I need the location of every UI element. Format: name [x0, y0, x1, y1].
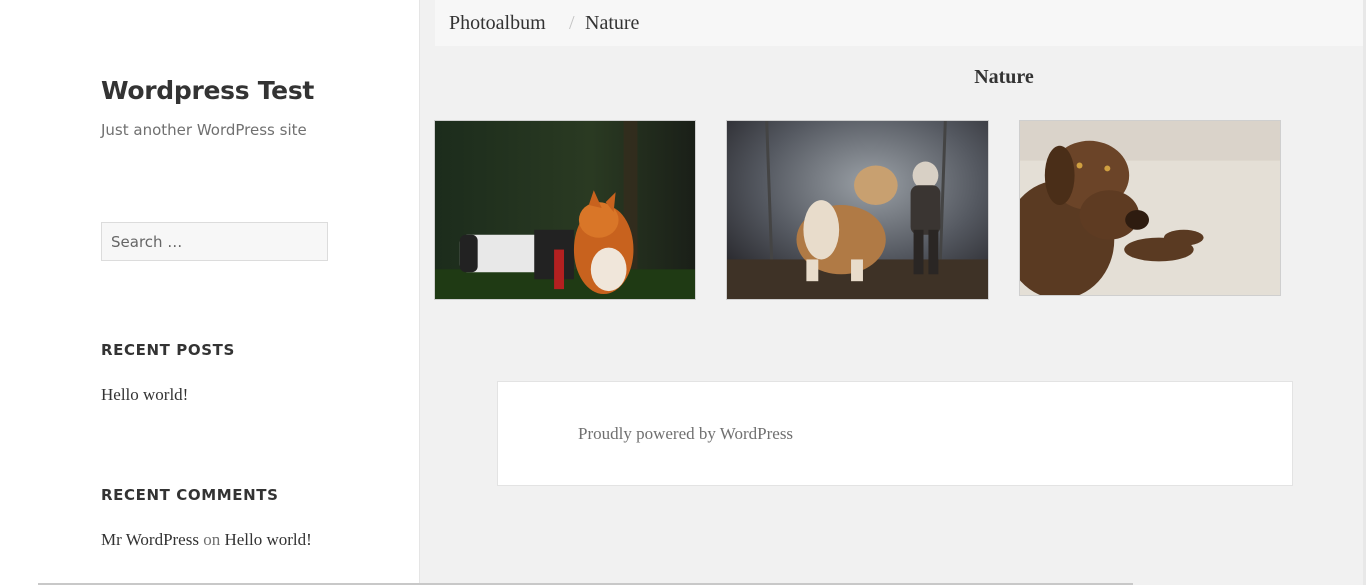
recent-post-link[interactable]: Hello world!: [101, 385, 188, 405]
dog-and-child-photo[interactable]: [726, 120, 989, 300]
breadcrumb-photoalbum-link[interactable]: Photoalbum: [449, 12, 546, 35]
dog-and-child-image: [727, 121, 988, 299]
album-title: Nature: [974, 66, 1034, 88]
brown-labrador-image: [1020, 121, 1280, 295]
site-footer: Proudly powered by WordPress: [497, 381, 1293, 486]
comment-author-link[interactable]: Mr WordPress: [101, 530, 199, 549]
sidebar: Wordpress Test Just another WordPress si…: [0, 0, 420, 585]
recent-comment-item: Mr WordPress on Hello world!: [101, 530, 312, 550]
breadcrumb-current: Nature: [585, 12, 640, 34]
fox-with-camera-image: [435, 121, 695, 299]
recent-posts-heading: RECENT POSTS: [101, 341, 235, 359]
site-description: Just another WordPress site: [101, 121, 307, 139]
search-input[interactable]: [101, 222, 328, 261]
site-title[interactable]: Wordpress Test: [101, 76, 314, 105]
fox-with-camera-photo[interactable]: [434, 120, 696, 300]
recent-comments-heading: RECENT COMMENTS: [101, 486, 279, 504]
breadcrumb: Photoalbum / Nature: [435, 0, 1366, 46]
comment-connector: on: [203, 530, 221, 549]
powered-by-link[interactable]: Proudly powered by WordPress: [578, 424, 793, 444]
brown-labrador-photo[interactable]: [1019, 120, 1281, 296]
comment-post-link[interactable]: Hello world!: [224, 530, 311, 549]
breadcrumb-separator: /: [569, 12, 575, 34]
